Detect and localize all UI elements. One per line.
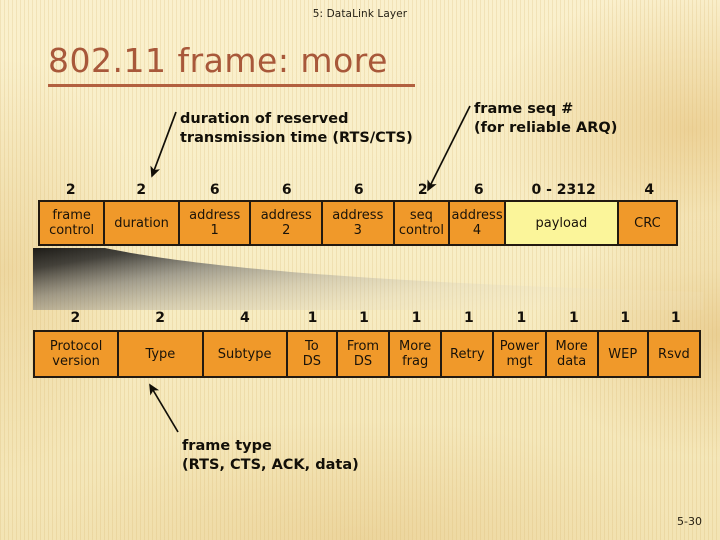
field-length-label: 6 xyxy=(281,182,292,198)
frame-field-crc: CRC xyxy=(618,202,677,244)
field-label-line1: Type xyxy=(145,346,176,362)
field-length-label: 1 xyxy=(307,310,318,326)
page-number: 5-30 xyxy=(677,515,702,528)
field-length-label: 4 xyxy=(644,182,655,198)
arrow-frame-seq-icon xyxy=(427,105,471,192)
field-label-line2: 1 xyxy=(210,223,219,238)
field-length-label: 1 xyxy=(464,310,474,326)
field-label-line2: 3 xyxy=(353,223,362,238)
frame-field-power-mgt: Power mgt xyxy=(494,332,547,376)
field-label-line2: control xyxy=(398,223,444,238)
frame-field-to-ds: To DS xyxy=(287,332,338,376)
field-label-line1: Subtype xyxy=(217,346,272,362)
field-length-label: 6 xyxy=(209,182,220,198)
field-label-line1: Retry xyxy=(450,346,485,362)
frame-control-length-labels: 2 2 4 1 1 1 1 1 1 1 1 xyxy=(33,310,701,327)
callout-duration-line2: transmission time (RTS/CTS) xyxy=(180,130,413,146)
field-length-label: 1 xyxy=(620,310,631,326)
frame-length-labels: 2 2 6 6 6 2 6 0 - 2312 4 xyxy=(38,182,678,199)
frame-field-more-frag: More frag xyxy=(390,332,443,376)
field-label-line1: More xyxy=(555,339,588,354)
field-label-line2: DS xyxy=(302,354,321,369)
field-label-line1: CRC xyxy=(634,215,661,231)
field-length-label: 2 xyxy=(136,182,147,198)
frame-row: frame control duration address 1 address 2 addr… xyxy=(38,200,678,246)
field-label-line1: seq xyxy=(409,208,433,223)
field-label-line1: payload xyxy=(535,215,588,231)
frame-field-payload: payload xyxy=(505,202,619,244)
field-length-label: 1 xyxy=(670,310,681,326)
callout-frame-seq: frame seq # (for reliable ARQ) xyxy=(474,100,617,138)
frame-field-rsvd: Rsvd xyxy=(648,332,699,376)
expansion-fan xyxy=(33,248,703,310)
field-label-line1: address xyxy=(189,208,241,223)
field-label-line1: From xyxy=(346,339,380,354)
field-length-label: 6 xyxy=(473,182,484,198)
slide-header: 5: DataLink Layer xyxy=(312,8,408,20)
frame-field-seq-control: seq control xyxy=(394,202,451,244)
frame-field-more-data: More data xyxy=(546,332,599,376)
frame-control-row: Protocol version Type Subtype To DS From DS More… xyxy=(33,330,701,378)
field-label-line2: control xyxy=(49,223,95,238)
frame-field-address-3: address 3 xyxy=(323,202,395,244)
title-underline xyxy=(48,84,415,87)
callout-seq-line2: (for reliable ARQ) xyxy=(474,120,618,136)
arrow-frame-type-icon xyxy=(149,383,179,433)
frame-field-from-ds: From DS xyxy=(337,332,391,376)
field-length-label: 2 xyxy=(65,182,76,198)
frame-field-wep: WEP xyxy=(598,332,649,376)
callout-duration: duration of reserved transmission time (… xyxy=(180,110,413,148)
frame-field-address-1: address 1 xyxy=(179,202,252,244)
slide-canvas: 5: DataLink Layer 802.11 frame: more dur… xyxy=(0,0,720,540)
frame-field-subtype: Subtype xyxy=(203,332,288,376)
field-label-line2: DS xyxy=(353,354,373,369)
field-label-line2: 4 xyxy=(472,223,482,238)
field-label-line1: duration xyxy=(114,215,169,231)
callout-duration-line1: duration of reserved xyxy=(180,111,349,127)
field-label-line1: Rsvd xyxy=(658,346,690,362)
field-label-line1: Power xyxy=(499,339,540,354)
frame-field-retry: Retry xyxy=(442,332,495,376)
frame-field-frame-control: frame control xyxy=(40,202,106,244)
field-label-line1: Protocol xyxy=(49,339,103,354)
page-title: 802.11 frame: more xyxy=(48,41,388,80)
frame-field-address-4: address 4 xyxy=(450,202,506,244)
arrow-duration-icon xyxy=(150,111,177,178)
frame-field-protocol-version: Protocol version xyxy=(35,332,120,376)
field-length-label: 2 xyxy=(155,310,165,326)
field-length-label: 6 xyxy=(353,182,364,198)
field-label-line1: address xyxy=(451,208,503,223)
field-length-label: 1 xyxy=(359,310,369,326)
field-label-line2: data xyxy=(556,354,587,369)
field-length-label: 1 xyxy=(516,310,527,326)
frame-field-type: Type xyxy=(119,332,204,376)
field-length-label: 0 - 2312 xyxy=(531,182,596,198)
field-length-label: 1 xyxy=(568,310,579,326)
field-label-line2: frag xyxy=(402,354,429,369)
field-label-line2: mgt xyxy=(506,354,533,369)
field-label-line1: frame xyxy=(52,208,91,223)
frame-field-address-2: address 2 xyxy=(251,202,324,244)
callout-seq-line1: frame seq # xyxy=(474,101,574,117)
field-label-line1: WEP xyxy=(608,346,638,362)
field-label-line2: 2 xyxy=(282,223,291,238)
field-length-label: 2 xyxy=(70,310,81,326)
field-label-line1: address xyxy=(260,208,312,223)
field-label-line1: address xyxy=(332,208,384,223)
field-length-label: 4 xyxy=(240,310,250,326)
field-length-label: 1 xyxy=(411,310,422,326)
frame-field-duration: duration xyxy=(105,202,180,244)
field-label-line2: version xyxy=(52,354,100,369)
callout-frame-type: frame type (RTS, CTS, ACK, data) xyxy=(182,437,359,475)
field-label-line1: More xyxy=(399,339,432,354)
field-length-label: 2 xyxy=(417,182,428,198)
callout-type-line1: frame type xyxy=(182,438,272,454)
field-label-line1: To xyxy=(304,339,319,354)
callout-type-line2: (RTS, CTS, ACK, data) xyxy=(182,457,359,473)
